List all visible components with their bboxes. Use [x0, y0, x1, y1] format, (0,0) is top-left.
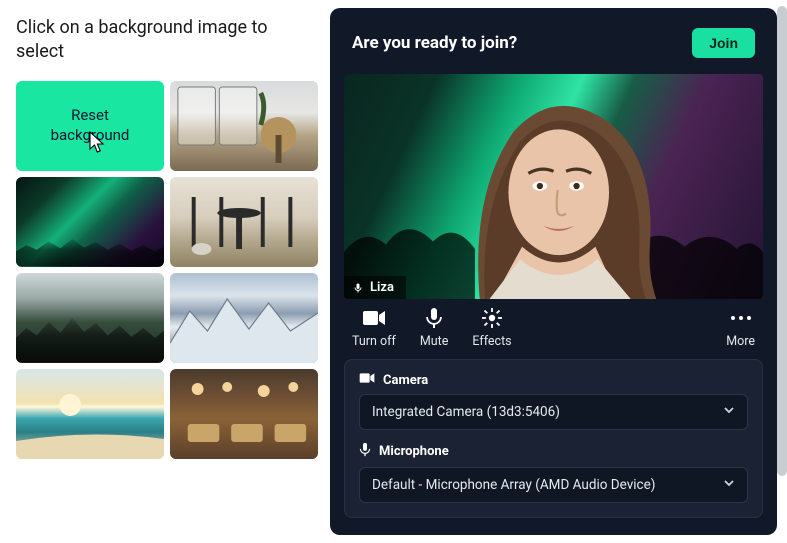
- background-grid: Reset background: [16, 81, 318, 459]
- toggle-camera-button[interactable]: Turn off: [352, 307, 396, 349]
- background-tile-chairs[interactable]: [170, 177, 318, 267]
- background-tile-forest[interactable]: [16, 273, 164, 363]
- toggle-mic-label: Mute: [420, 334, 449, 349]
- chevron-down-icon: [723, 404, 735, 420]
- microphone-small-icon: [359, 442, 371, 461]
- camera-select[interactable]: Integrated Camera (13d3:5406): [359, 394, 748, 430]
- more-label: More: [726, 334, 755, 349]
- participant-name-tag: Liza: [344, 276, 406, 299]
- device-settings: Camera Integrated Camera (13d3:5406) Mic…: [344, 359, 763, 518]
- reset-background-label: Reset background: [51, 106, 130, 145]
- camera-select-value: Integrated Camera (13d3:5406): [372, 404, 560, 420]
- self-video-preview: Liza: [344, 74, 763, 299]
- toggle-mic-button[interactable]: Mute: [420, 307, 449, 349]
- sparkle-icon: [481, 307, 503, 329]
- more-icon: [729, 307, 753, 329]
- camera-section-text: Camera: [383, 373, 428, 388]
- chevron-down-icon: [723, 477, 735, 493]
- background-selector-title: Click on a background image to select: [16, 16, 318, 65]
- effects-label: Effects: [472, 334, 511, 349]
- background-tile-cafe[interactable]: [170, 81, 318, 171]
- microphone-on-icon: [352, 282, 364, 294]
- microphone-select[interactable]: Default - Microphone Array (AMD Audio De…: [359, 467, 748, 503]
- camera-section-label: Camera: [359, 372, 748, 388]
- preview-header: Are you ready to join? Join: [330, 8, 777, 70]
- microphone-icon: [425, 307, 443, 329]
- effects-button[interactable]: Effects: [472, 307, 511, 349]
- toggle-camera-label: Turn off: [352, 334, 396, 349]
- microphone-section-text: Microphone: [379, 444, 449, 459]
- microphone-section-label: Microphone: [359, 442, 748, 461]
- join-preview-panel: Are you ready to join? Join: [330, 8, 777, 535]
- reset-background-tile[interactable]: Reset background: [16, 81, 164, 171]
- background-tile-beach[interactable]: [16, 369, 164, 459]
- background-tile-restaurant[interactable]: [170, 369, 318, 459]
- camera-icon: [362, 307, 386, 329]
- background-tile-aurora[interactable]: [16, 177, 164, 267]
- join-button[interactable]: Join: [692, 28, 755, 58]
- vertical-scrollbar[interactable]: [777, 6, 787, 476]
- camera-small-icon: [359, 372, 375, 388]
- background-tile-mountains[interactable]: [170, 273, 318, 363]
- preview-controls: Turn off Mute Effects More: [330, 299, 777, 359]
- more-button[interactable]: More: [726, 307, 755, 349]
- ready-heading: Are you ready to join?: [352, 33, 517, 53]
- background-selector-panel: Click on a background image to select Re…: [0, 0, 330, 543]
- participant-name-text: Liza: [370, 280, 394, 295]
- microphone-select-value: Default - Microphone Array (AMD Audio De…: [372, 477, 655, 493]
